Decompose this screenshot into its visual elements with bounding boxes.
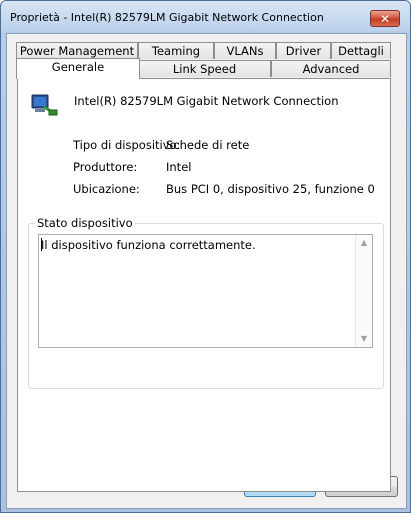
- tab-advanced[interactable]: Advanced: [271, 60, 391, 77]
- manufacturer-label: Produttore:: [73, 160, 138, 174]
- network-adapter-icon: [30, 89, 58, 117]
- tab-label: VLANs: [226, 44, 264, 58]
- status-scrollbar[interactable]: ▲ ▼: [355, 235, 372, 347]
- tab-power-management[interactable]: Power Management: [16, 42, 138, 59]
- tab-label: Link Speed: [172, 62, 237, 76]
- window-title: Proprietà - Intel(R) 82579LM Gigabit Net…: [10, 11, 324, 24]
- device-name: Intel(R) 82579LM Gigabit Network Connect…: [74, 94, 339, 108]
- tab-label: Power Management: [19, 44, 135, 58]
- text-cursor: [41, 238, 42, 251]
- device-status-group-label: Stato dispositivo: [35, 216, 135, 230]
- tab-label: Teaming: [151, 44, 201, 58]
- properties-window: Proprietà - Intel(R) 82579LM Gigabit Net…: [0, 0, 411, 513]
- scroll-up-arrow-icon[interactable]: ▲: [356, 235, 372, 251]
- tab-link-speed[interactable]: Link Speed: [138, 60, 271, 77]
- tab-generale[interactable]: Generale: [16, 58, 140, 79]
- tab-driver[interactable]: Driver: [276, 42, 331, 59]
- tab-label: Advanced: [302, 62, 360, 76]
- device-type-label: Tipo di dispositivo:: [73, 138, 181, 152]
- close-button[interactable]: ✕: [370, 10, 400, 27]
- device-type-value: Schede di rete: [166, 138, 250, 152]
- tab-label: Driver: [285, 44, 322, 58]
- title-bar[interactable]: Proprietà - Intel(R) 82579LM Gigabit Net…: [1, 1, 410, 31]
- location-label: Ubicazione:: [73, 182, 140, 196]
- manufacturer-value: Intel: [166, 160, 192, 174]
- tab-label: Dettagli: [338, 44, 384, 58]
- status-text: Il dispositivo funziona correttamente.: [41, 238, 256, 252]
- tab-vlans[interactable]: VLANs: [214, 42, 276, 59]
- device-status-textbox[interactable]: Il dispositivo funziona correttamente. ▲…: [38, 234, 373, 348]
- tab-label: Generale: [51, 60, 105, 74]
- tab-teaming[interactable]: Teaming: [138, 42, 214, 59]
- scroll-down-arrow-icon[interactable]: ▼: [356, 331, 372, 347]
- location-value: Bus PCI 0, dispositivo 25, funzione 0: [166, 182, 375, 196]
- tab-dettagli[interactable]: Dettagli: [331, 42, 391, 59]
